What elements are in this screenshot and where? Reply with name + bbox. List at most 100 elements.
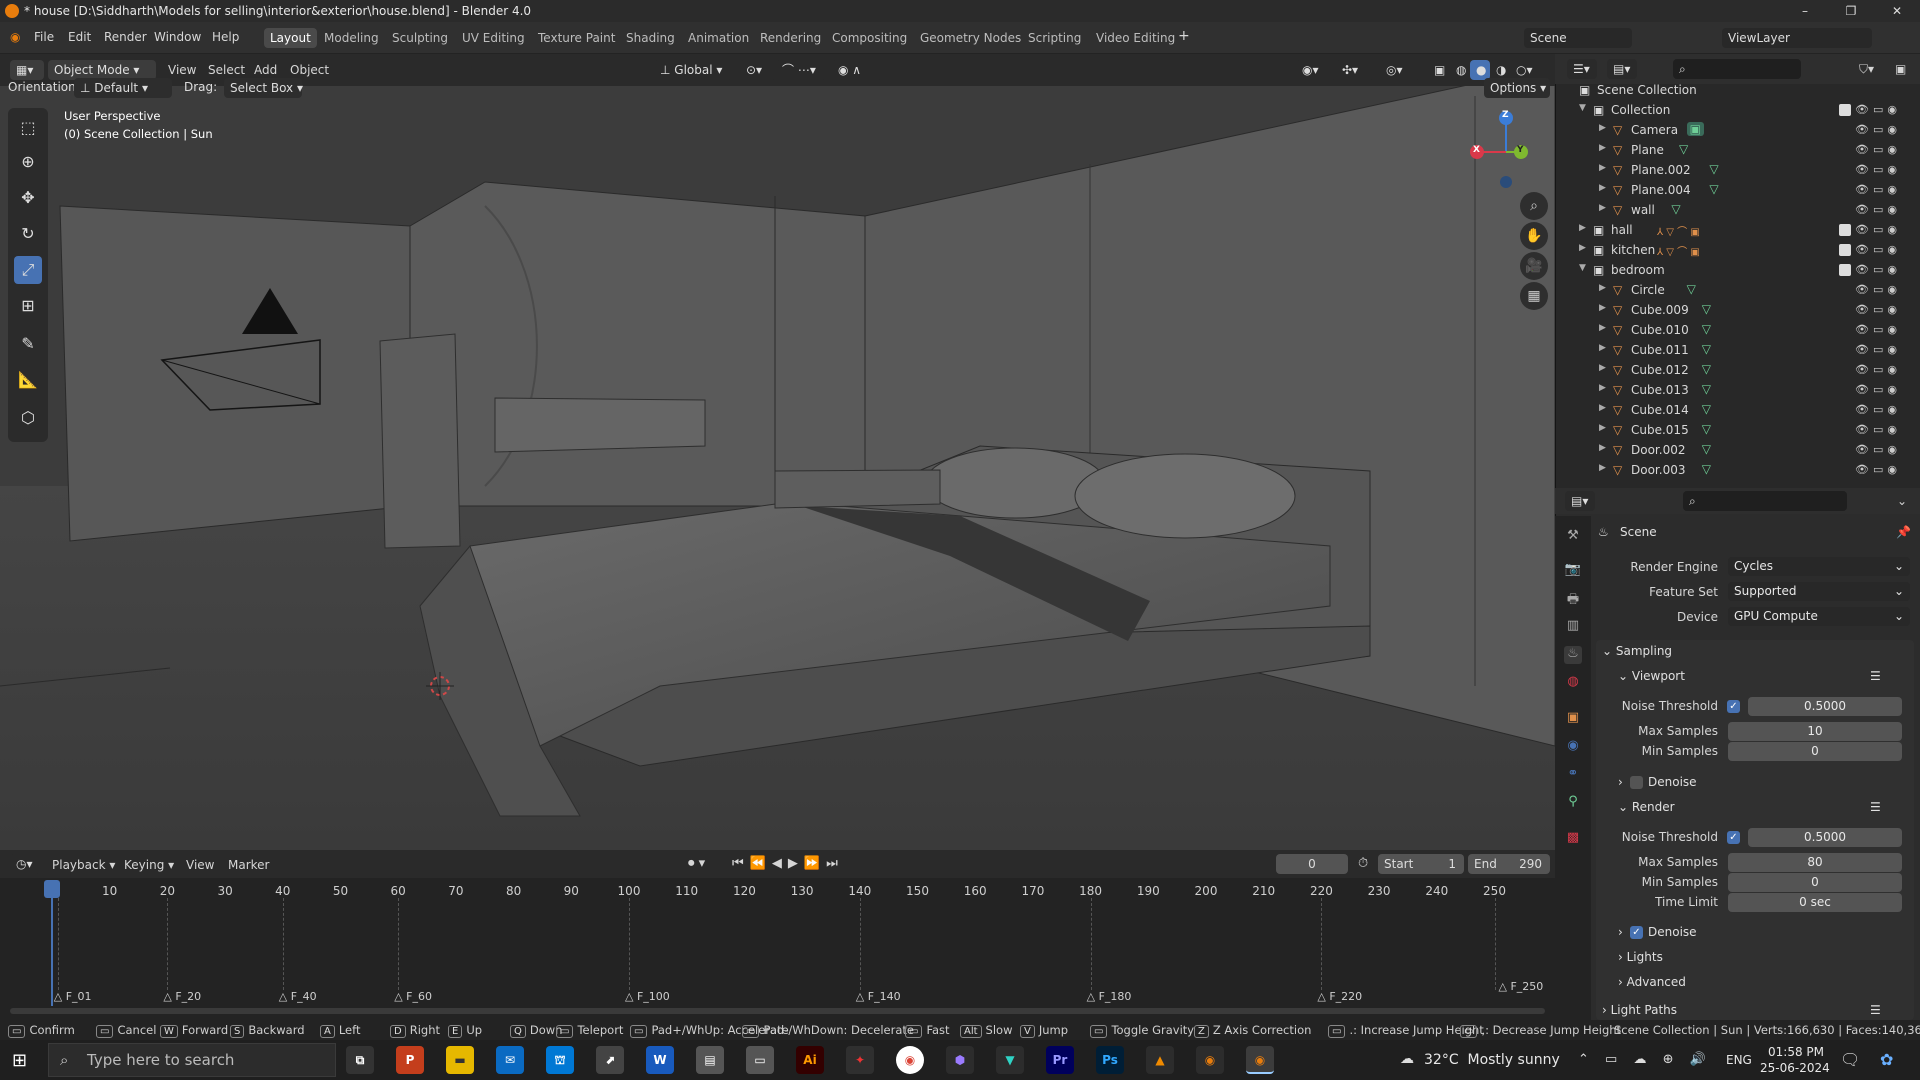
mesh-data-icon[interactable]: ▽	[1702, 322, 1711, 336]
visibility-icons[interactable]: 👁▭◉	[1855, 123, 1901, 136]
taskbar-search-input[interactable]: Type here to search	[48, 1043, 336, 1077]
visibility-icons[interactable]: 👁▭◉	[1855, 443, 1901, 456]
r-denoise-header[interactable]: ›	[1618, 925, 1623, 939]
properties-editor-type-icon[interactable]: ▤▾	[1565, 491, 1595, 511]
visibility-icons[interactable]: 👁▭◉	[1855, 103, 1901, 116]
select-box-tool-icon[interactable]: ⬚	[14, 114, 42, 142]
mode-selector[interactable]: Object Mode ▾	[48, 60, 156, 80]
menu-window[interactable]: Window	[154, 30, 201, 44]
viewport-menu-add[interactable]: Add	[254, 63, 277, 77]
mesh-data-icon[interactable]: ▽	[1679, 142, 1688, 156]
expand-arrow-icon[interactable]: ▶	[1599, 123, 1606, 133]
timeline-marker[interactable]: △ F_100	[625, 990, 670, 1003]
notifications-icon[interactable]: 🗨	[1840, 1050, 1860, 1069]
visibility-icons[interactable]: 👁▭◉	[1855, 223, 1901, 236]
timeline-marker[interactable]: △ F_250	[1499, 980, 1544, 993]
chrome-icon[interactable]: ◉	[896, 1046, 924, 1074]
timeline-marker[interactable]: △ F_220	[1317, 990, 1362, 1003]
overlays-icon[interactable]: ◎▾	[1380, 60, 1420, 80]
mesh-data-icon[interactable]: ▽	[1671, 202, 1680, 216]
app-icon[interactable]: ⬈	[596, 1046, 624, 1074]
outliner-item-camera[interactable]: ▶ ▽ Camera ▣ 👁▭◉	[1555, 120, 1920, 140]
blender-taskbar-icon[interactable]: ◉	[1196, 1046, 1224, 1074]
scale-tool-icon[interactable]: ⤢	[14, 256, 42, 284]
outliner-item-plane-002[interactable]: ▶ ▽ Plane.002 ▽ 👁▭◉	[1555, 160, 1920, 180]
view-layer-tab-icon[interactable]: ▥	[1564, 618, 1582, 636]
exclude-checkbox[interactable]	[1839, 264, 1851, 276]
expand-arrow-icon[interactable]: ▶	[1599, 203, 1606, 213]
minimize-icon[interactable]: –	[1782, 0, 1828, 22]
visibility-icons[interactable]: 👁▭◉	[1855, 183, 1901, 196]
expand-arrow-icon[interactable]: ▶	[1599, 383, 1606, 393]
viewport-menu-view[interactable]: View	[168, 63, 196, 77]
mail-icon[interactable]: ✉	[496, 1046, 524, 1074]
outliner-item-cube-014[interactable]: ▶ ▽ Cube.014 ▽ 👁▭◉	[1555, 400, 1920, 420]
mesh-data-icon[interactable]: ▽	[1702, 382, 1711, 396]
tab-scripting[interactable]: Scripting	[1022, 28, 1087, 48]
add-cube-tool-icon[interactable]: ⬡	[14, 404, 42, 432]
current-frame-field[interactable]: 0	[1276, 854, 1348, 874]
expand-arrow-icon[interactable]: ▶	[1599, 363, 1606, 373]
mesh-data-icon[interactable]: ▽	[1702, 302, 1711, 316]
mesh-data-icon[interactable]: ▽	[1702, 362, 1711, 376]
outliner-item-cube-009[interactable]: ▶ ▽ Cube.009 ▽ 👁▭◉	[1555, 300, 1920, 320]
collection-children-icon[interactable]: ⅄ ▽ ⌒ ▣	[1657, 223, 1700, 238]
filter-icon[interactable]: ⛉▾	[1859, 62, 1874, 77]
visibility-icons[interactable]: 👁▭◉	[1855, 243, 1901, 256]
expand-arrow-icon[interactable]: ▼	[1579, 103, 1586, 113]
scene-tab-icon[interactable]: ♨	[1564, 646, 1582, 664]
timeline-menu-view[interactable]: View	[186, 858, 214, 872]
device-dropdown[interactable]: GPU Compute ⌄	[1728, 607, 1910, 626]
expand-arrow-icon[interactable]: ▶	[1599, 163, 1606, 173]
outliner-item-circle[interactable]: ▶ ▽ Circle ▽ 👁▭◉	[1555, 280, 1920, 300]
blender-active-taskbar-icon[interactable]: ◉	[1246, 1046, 1274, 1074]
options-dropdown[interactable]: Options ▾	[1484, 78, 1550, 98]
timeline-marker[interactable]: △ F_60	[394, 990, 432, 1003]
visibility-icons[interactable]: 👁▭◉	[1855, 163, 1901, 176]
premiere-icon[interactable]: Pr	[1046, 1046, 1074, 1074]
mesh-data-icon[interactable]: ▽	[1702, 402, 1711, 416]
visibility-icons[interactable]: 👁▭◉	[1855, 303, 1901, 316]
start-frame-field[interactable]: Start 1	[1378, 854, 1464, 874]
xray-icon[interactable]: ▣	[1428, 60, 1448, 80]
visibility-icons[interactable]: 👁▭◉	[1855, 423, 1901, 436]
exclude-checkbox[interactable]	[1839, 104, 1851, 116]
zoom-icon[interactable]: ⌕	[1520, 192, 1548, 220]
ortho-toggle-icon[interactable]: ▦	[1520, 282, 1548, 310]
tab-modeling[interactable]: Modeling	[318, 28, 385, 48]
material-shading-icon[interactable]: ◑	[1490, 60, 1510, 80]
r-noise-threshold-checkbox[interactable]: ✓	[1727, 831, 1740, 844]
r-noise-threshold-field[interactable]: 0.5000	[1748, 828, 1902, 847]
menu-render[interactable]: Render	[104, 30, 147, 44]
outliner-editor-type-icon[interactable]: ☰▾	[1567, 59, 1597, 79]
illustrator-icon[interactable]: Ai	[796, 1046, 824, 1074]
world-tab-icon[interactable]: ◍	[1564, 674, 1582, 692]
expand-arrow-icon[interactable]: ▶	[1599, 443, 1606, 453]
render-tab-icon[interactable]: 📷	[1564, 562, 1582, 580]
lights-subpanel-header[interactable]: › Lights	[1618, 950, 1663, 964]
advanced-subpanel-header[interactable]: › Advanced	[1618, 975, 1686, 989]
device-app-icon[interactable]: ▤	[696, 1046, 724, 1074]
camera-data-icon[interactable]: ▣	[1686, 122, 1704, 136]
close-icon[interactable]: ✕	[1874, 0, 1920, 22]
copilot-icon[interactable]: ✿	[1880, 1050, 1893, 1069]
timeline-marker[interactable]: △ F_20	[163, 990, 201, 1003]
visibility-icons[interactable]: 👁▭◉	[1855, 203, 1901, 216]
physics-tab-icon[interactable]: ◉	[1564, 738, 1582, 756]
proportional-editing-icon[interactable]: ◉ ∧	[832, 60, 882, 80]
vp-noise-threshold-checkbox[interactable]: ✓	[1727, 700, 1740, 713]
new-collection-icon[interactable]: ▣	[1895, 62, 1906, 76]
viewport-subpanel-header[interactable]: ⌄ Viewport	[1618, 669, 1685, 683]
expand-arrow-icon[interactable]: ▶	[1579, 243, 1586, 253]
properties-options-icon[interactable]: ⌄	[1897, 494, 1907, 508]
app-purple-icon[interactable]: ⬢	[946, 1046, 974, 1074]
collection-children-icon[interactable]: ⅄ ▽ ⌒ ▣	[1657, 243, 1700, 258]
vp-denoise-header[interactable]: ›	[1618, 775, 1623, 789]
menu-file[interactable]: File	[34, 30, 54, 44]
app-red-icon[interactable]: ✦	[846, 1046, 874, 1074]
expand-arrow-icon[interactable]: ▶	[1599, 283, 1606, 293]
r-min-samples-field[interactable]: 0	[1728, 873, 1902, 892]
drag-dropdown[interactable]: Select Box ▾	[224, 78, 303, 98]
visibility-selectability-icon[interactable]: ◉▾	[1296, 60, 1336, 80]
display-mode-icon[interactable]: ▤▾	[1607, 59, 1637, 79]
